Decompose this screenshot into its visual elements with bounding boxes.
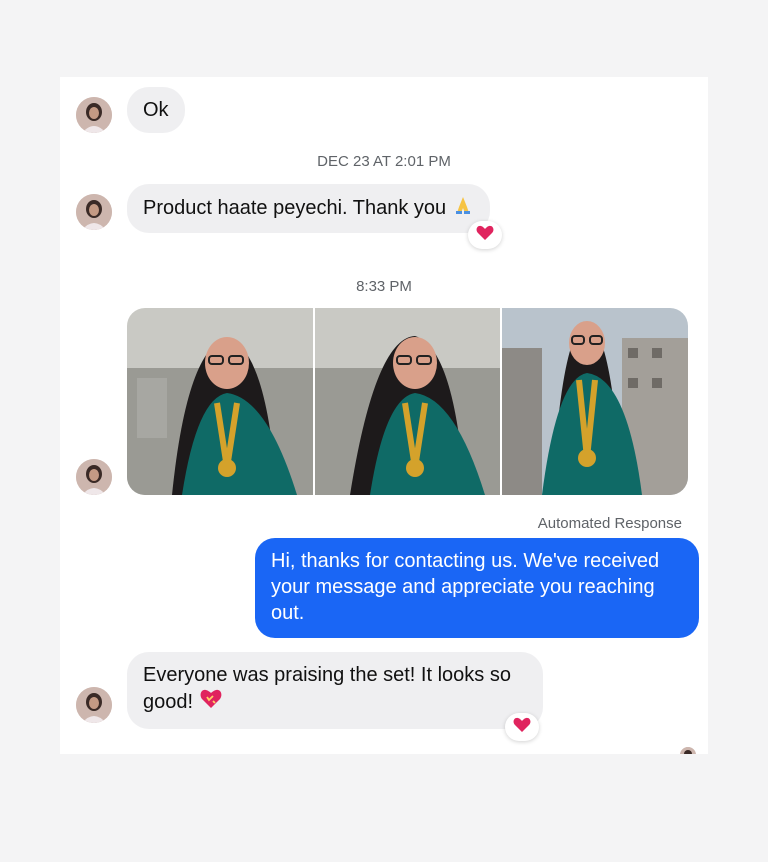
message-bubble-product[interactable]: Product haate peyechi. Thank you — [127, 184, 490, 233]
message-bubble-outgoing[interactable]: Hi, thanks for contacting us. We've rece… — [255, 538, 699, 638]
message-bubble-ok[interactable]: Ok — [127, 87, 185, 133]
sender-avatar[interactable] — [76, 194, 112, 230]
heart-icon — [476, 225, 494, 246]
photo-1[interactable] — [127, 308, 313, 495]
sparkling-heart-icon — [199, 688, 223, 717]
sender-avatar[interactable] — [76, 687, 112, 723]
message-text: Hi, thanks for contacting us. We've rece… — [271, 550, 660, 624]
timestamp: DEC 23 AT 2:01 PM — [317, 153, 451, 170]
chat-panel: Ok DEC 23 AT 2:01 PM Product haate peyec… — [60, 77, 708, 754]
timestamp: 8:33 PM — [356, 278, 412, 295]
automated-response-label: Automated Response — [537, 515, 682, 532]
heart-icon — [513, 717, 531, 738]
sender-avatar[interactable] — [76, 459, 112, 495]
heart-reaction[interactable] — [468, 221, 502, 249]
photo-3[interactable] — [502, 308, 688, 495]
photo-gallery[interactable] — [127, 308, 688, 495]
folded-hands-icon — [452, 194, 474, 223]
heart-reaction[interactable] — [505, 713, 539, 741]
sender-avatar[interactable] — [76, 97, 112, 133]
message-bubble-praise[interactable]: Everyone was praising the set! It looks … — [127, 652, 543, 729]
read-receipt-avatar — [680, 747, 696, 754]
message-text: Product haate peyechi. Thank you — [143, 196, 447, 219]
photo-2[interactable] — [314, 308, 501, 495]
message-text: Ok — [143, 99, 169, 121]
